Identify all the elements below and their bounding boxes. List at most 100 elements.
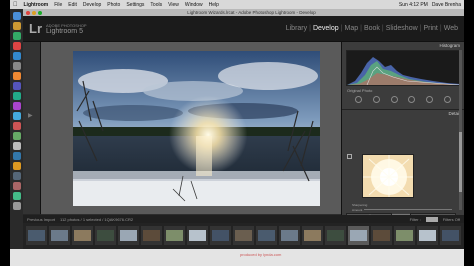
app-icon-1[interactable] [12,22,21,30]
menubar-user[interactable]: Dave Brenha [432,2,461,8]
filmstrip-filter-dropdown[interactable] [425,216,438,222]
sharpening-label: Sharpening [352,202,368,207]
filmstrip-thumbnail[interactable] [187,226,208,245]
apple-menu-icon[interactable]:  [13,2,18,8]
app-icon-12[interactable] [12,132,21,140]
app-icon-8[interactable] [12,92,21,100]
filmstrip-thumbnail[interactable] [417,226,438,245]
app-icon-14[interactable] [12,152,21,160]
menu-lightroom[interactable]: Lightroom [24,2,49,8]
close-window-button[interactable] [26,10,30,15]
filmstrip [23,223,464,249]
filmstrip-thumbnail[interactable] [394,226,415,245]
app-icon-15[interactable] [12,162,21,170]
filmstrip-thumbnail[interactable] [95,226,116,245]
filmstrip-thumbnail[interactable] [72,226,93,245]
filmstrip-filter-value[interactable]: Filters Off [443,217,460,222]
app-icon-9[interactable] [12,102,21,110]
menu-photo[interactable]: Photo [107,2,120,8]
histogram-panel-header[interactable]: Histogram [342,42,464,49]
app-icon-3[interactable] [12,42,21,50]
menu-help[interactable]: Help [209,2,219,8]
module-book[interactable]: Book [364,25,380,32]
module-slideshow[interactable]: Slideshow [386,25,418,32]
histogram [346,50,461,86]
menu-edit[interactable]: Edit [68,2,77,8]
filmstrip-thumbnail[interactable] [348,226,369,245]
lightroom-logo: Lr [29,21,42,36]
minimize-window-button[interactable] [32,10,36,15]
crop-tool-icon[interactable] [355,96,363,103]
graduated-filter-tool-icon[interactable] [408,96,416,103]
detail-preview[interactable] [362,154,414,198]
app-icon-7[interactable] [12,82,21,90]
mac-menubar:  Lightroom File Edit Develop Photo Sett… [10,0,464,9]
amount-label: Amount [352,207,363,212]
center-view [41,42,341,214]
app-icon-4[interactable] [12,52,21,60]
filmstrip-thumbnail[interactable] [279,226,300,245]
detail-target-icon[interactable] [347,154,352,159]
filmstrip-thumbnail[interactable] [325,226,346,245]
filmstrip-thumbnail[interactable] [371,226,392,245]
filmstrip-thumbnail[interactable] [49,226,70,245]
menu-settings[interactable]: Settings [126,2,144,8]
menubar-clock[interactable]: Sun 4:12 PM [399,2,428,8]
module-map[interactable]: Map [344,25,358,32]
menu-develop[interactable]: Develop [83,2,101,8]
lightroom-window: Lightroom Wizards.lrcat - Adobe Photosho… [23,9,464,249]
develop-main-area: ▶ Histogram Original Photo Detail Sharpe… [23,42,464,227]
menu-tools[interactable]: Tools [150,2,162,8]
filmstrip-thumbnail[interactable] [210,226,231,245]
detail-panel-header[interactable]: Detail [342,109,464,116]
original-photo-checkbox[interactable]: Original Photo [342,87,464,94]
filmstrip-thumbnail[interactable] [164,226,185,245]
app-icon-5[interactable] [12,62,21,70]
module-library[interactable]: Library [286,25,307,32]
left-panel-collapsed[interactable]: ▶ [23,42,41,214]
right-black-border [464,0,474,266]
filmstrip-thumbnail[interactable] [256,226,277,245]
module-web[interactable]: Web [444,25,458,32]
app-icon-6[interactable] [12,72,21,80]
window-title: Lightroom Wizards.lrcat - Adobe Photosho… [187,10,316,15]
right-panel-scroll-thumb[interactable] [459,132,462,192]
red-eye-tool-icon[interactable] [390,96,398,103]
filmstrip-thumbnail[interactable] [26,226,47,245]
app-icon-13[interactable] [12,142,21,150]
tool-strip [342,94,464,105]
dock [10,9,23,249]
app-icon-18[interactable] [12,192,21,200]
expand-left-panel-icon[interactable]: ▶ [28,112,33,119]
filmstrip-count: 112 photos / 1 selected / 1QAK9676.CR2 [60,216,134,222]
radial-filter-tool-icon[interactable] [425,96,433,103]
app-icon-16[interactable] [12,172,21,180]
identity-plate-name: Lightroom 5 [46,27,83,35]
module-print[interactable]: Print [423,25,437,32]
adjustment-brush-tool-icon[interactable] [443,96,451,103]
spot-removal-tool-icon[interactable] [372,96,380,103]
filmstrip-thumbnail[interactable] [302,226,323,245]
trash-icon[interactable] [12,202,21,210]
filmstrip-source[interactable]: Previous Import [27,217,55,222]
filmstrip-thumbnail[interactable] [118,226,139,245]
app-icon-10[interactable] [12,112,21,120]
identity-plate: Lr ADOBE PHOTOSHOP Lightroom 5 Library | … [23,16,464,42]
app-icon-2[interactable] [12,32,21,40]
app-icon-11[interactable] [12,122,21,130]
module-develop[interactable]: Develop [313,25,339,32]
filmstrip-thumbnail[interactable] [233,226,254,245]
screen-bottom-area: produced by lynda.com [10,249,464,266]
watermark: produced by lynda.com [240,252,282,257]
app-icon-17[interactable] [12,182,21,190]
main-photo[interactable] [73,51,320,206]
finder-icon[interactable] [12,12,21,20]
amount-slider[interactable] [364,209,452,210]
filmstrip-filter-label: Filter : [409,216,421,222]
filmstrip-thumbnail[interactable] [141,226,162,245]
menu-view[interactable]: View [168,2,179,8]
right-panel: Histogram Original Photo Detail Sharpeni… [341,42,464,227]
filmstrip-thumbnail[interactable] [440,226,461,245]
menu-file[interactable]: File [54,2,62,8]
menu-window[interactable]: Window [185,2,203,8]
